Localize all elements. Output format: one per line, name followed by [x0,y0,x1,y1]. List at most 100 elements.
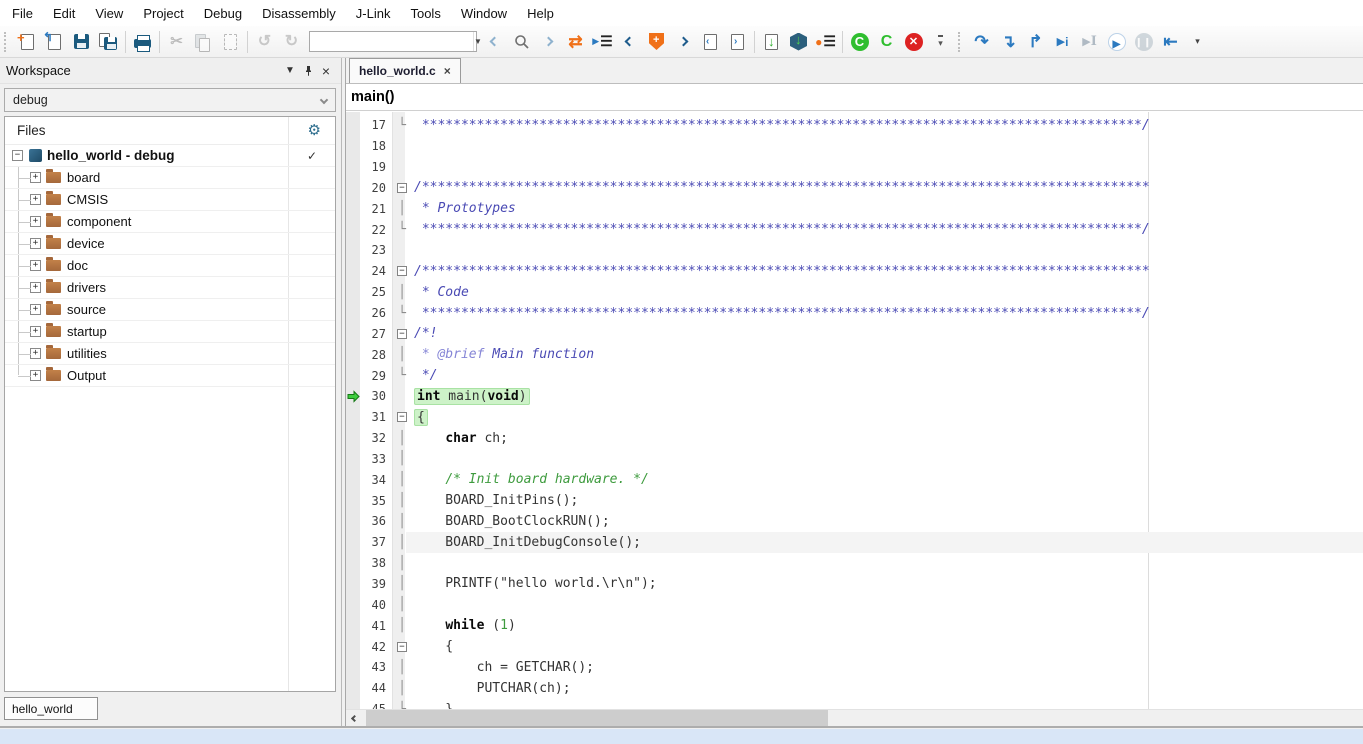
toggle-trace-button[interactable]: ⇄ [562,29,589,55]
break-button[interactable]: ❙❙ [1130,29,1157,55]
expand-icon[interactable]: + [30,238,41,249]
collapse-region-icon[interactable]: − [397,642,407,652]
breakpoint-gutter-cell[interactable] [346,428,360,449]
go-button[interactable]: ▶ [1103,29,1130,55]
expand-icon[interactable]: + [30,260,41,271]
code-line-44[interactable]: 44│ PUTCHAR(ch); [346,678,1363,699]
close-tab-icon[interactable]: × [444,64,451,78]
breakpoint-gutter-cell[interactable] [346,511,360,532]
find-previous-button[interactable] [481,29,508,55]
menu-disassembly[interactable]: Disassembly [252,2,346,25]
tree-item-component[interactable]: +component [5,211,335,233]
menu-help[interactable]: Help [517,2,564,25]
code-line-38[interactable]: 38│ [346,553,1363,574]
breakpoint-gutter-cell[interactable] [346,282,360,303]
previous-bookmark-button[interactable] [616,29,643,55]
code-line-37[interactable]: 37│ BOARD_InitDebugConsole(); [346,532,1363,553]
code-line-36[interactable]: 36│ BOARD_BootClockRUN(); [346,511,1363,532]
collapse-region-icon[interactable]: − [397,183,407,193]
tree-root-hello_world[interactable]: −hello_world - debug✓ [5,145,335,167]
code-line-26[interactable]: 26└ ************************************… [346,303,1363,324]
menu-tools[interactable]: Tools [400,2,450,25]
expand-icon[interactable]: + [30,282,41,293]
tree-item-utilities[interactable]: +utilities [5,343,335,365]
code-line-35[interactable]: 35│ BOARD_InitPins(); [346,490,1363,511]
collapse-region-icon[interactable]: − [397,266,407,276]
code-line-34[interactable]: 34│ /* Init board hardware. */ [346,469,1363,490]
breakpoint-gutter-cell[interactable] [346,261,360,282]
breakpoint-gutter-cell[interactable] [346,657,360,678]
code-line-27[interactable]: 27−/*! [346,323,1363,344]
code-line-21[interactable]: 21│ * Prototypes [346,198,1363,219]
code-line-25[interactable]: 25│ * Code [346,282,1363,303]
scrollbar-thumb[interactable] [366,710,828,727]
tree-item-drivers[interactable]: +drivers [5,277,335,299]
stop-button[interactable]: ✕ [900,29,927,55]
fold-marker[interactable]: − [390,326,414,341]
print-button[interactable] [129,29,156,55]
toolbar-grip[interactable] [958,32,965,52]
menu-window[interactable]: Window [451,2,517,25]
next-statement-button[interactable]: ▶i [1049,29,1076,55]
copy-button[interactable] [190,29,217,55]
breakpoint-gutter-cell[interactable] [346,219,360,240]
breakpoints-window-button[interactable]: ●☰ [812,29,839,55]
paste-button[interactable] [217,29,244,55]
step-out-button[interactable]: ↱ [1022,29,1049,55]
breakpoint-gutter-cell[interactable] [346,323,360,344]
breakpoint-gutter-cell[interactable] [346,615,360,636]
breakpoint-gutter-cell[interactable] [346,678,360,699]
cut-button[interactable]: ✂ [163,29,190,55]
next-bookmark-button[interactable] [670,29,697,55]
workspace-menu-icon[interactable]: ▼ [281,62,299,80]
code-line-24[interactable]: 24−/************************************… [346,261,1363,282]
breakpoint-gutter-cell[interactable] [346,449,360,470]
breakpoint-gutter-cell[interactable] [346,386,360,407]
code-line-29[interactable]: 29└ */ [346,365,1363,386]
find-button[interactable] [508,29,535,55]
next-document-button[interactable]: › [724,29,751,55]
breakpoint-gutter-cell[interactable] [346,469,360,490]
step-over-button[interactable]: ↷ [968,29,995,55]
breakpoint-gutter-cell[interactable] [346,344,360,365]
toolbar-grip[interactable] [4,32,11,52]
redo-button[interactable]: ↻ [278,29,305,55]
breakpoint-gutter-cell[interactable] [346,594,360,615]
breakpoint-gutter-cell[interactable] [346,407,360,428]
download-file-button[interactable]: ↓ [758,29,785,55]
breakpoint-gutter-cell[interactable] [346,303,360,324]
code-line-19[interactable]: 19 [346,157,1363,178]
pin-icon[interactable] [299,62,317,80]
tree-item-doc[interactable]: +doc [5,255,335,277]
menu-edit[interactable]: Edit [43,2,85,25]
close-icon[interactable]: × [317,62,335,80]
code-line-39[interactable]: 39│ PRINTF("hello world.\r\n"); [346,574,1363,595]
breakpoint-gutter-cell[interactable] [346,136,360,157]
configuration-dropdown[interactable]: debug [4,88,336,112]
code-line-40[interactable]: 40│ [346,594,1363,615]
run-to-cursor-button[interactable]: ▶I [1076,29,1103,55]
tree-item-cmsis[interactable]: +CMSIS [5,189,335,211]
breakpoint-gutter-cell[interactable] [346,636,360,657]
stop-debugging-button[interactable]: ⇤ [1157,29,1184,55]
breakpoint-gutter-cell[interactable] [346,699,360,709]
breakpoint-gutter-cell[interactable] [346,574,360,595]
tree-item-device[interactable]: +device [5,233,335,255]
bookmark-list-button[interactable]: ▶☰ [589,29,616,55]
new-document-button[interactable]: + [14,29,41,55]
menu-jlink[interactable]: J-Link [346,2,401,25]
fold-marker[interactable]: − [390,410,414,425]
gear-icon[interactable]: ⚙ [308,121,321,139]
fold-marker[interactable]: − [390,639,414,654]
search-combo[interactable]: ▼ [309,31,477,52]
tree-item-source[interactable]: +source [5,299,335,321]
breakpoint-gutter-cell[interactable] [346,178,360,199]
breakpoint-gutter-cell[interactable] [346,198,360,219]
breakpoint-gutter-cell[interactable] [346,157,360,178]
debug-menu-button[interactable]: ▾ [1184,29,1211,55]
menu-debug[interactable]: Debug [194,2,252,25]
code-line-42[interactable]: 42− { [346,636,1363,657]
reset-button[interactable]: C [846,29,873,55]
code-line-18[interactable]: 18 [346,136,1363,157]
code-line-22[interactable]: 22└ ************************************… [346,219,1363,240]
